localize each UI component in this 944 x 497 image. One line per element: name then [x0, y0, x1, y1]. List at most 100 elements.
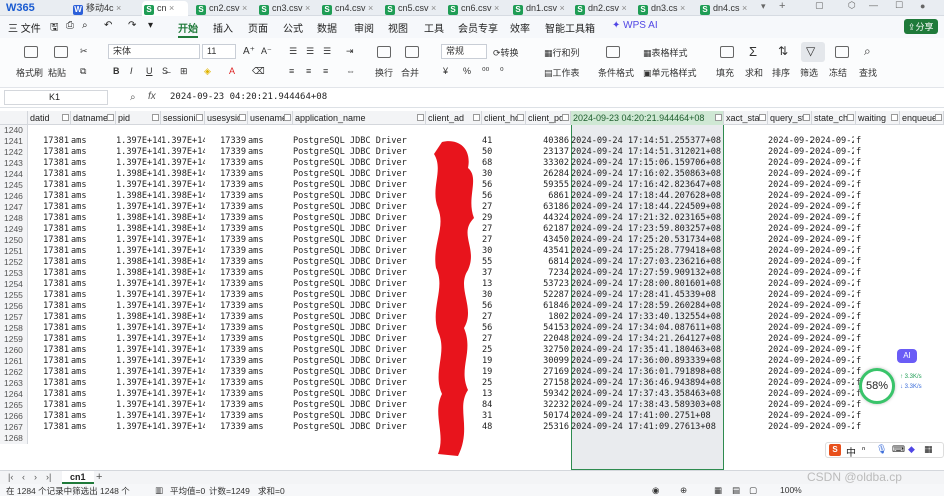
tab-close-icon[interactable]: ×	[240, 3, 247, 13]
cell-pid[interactable]: 1.397E+14	[116, 147, 161, 158]
ime-keyboard-icon[interactable]: ⌨	[892, 444, 905, 455]
cell-app[interactable]: PostgreSQL JDBC Driver	[293, 191, 426, 202]
cell-usesysid[interactable]: 17339	[205, 367, 248, 378]
cell-pid[interactable]: 1.397E+14	[116, 411, 161, 422]
cell-datname[interactable]: ams	[71, 268, 116, 279]
cell-query_st[interactable]: 2024-09-2	[768, 246, 812, 257]
name-box[interactable]: K1	[4, 90, 108, 105]
cell-app[interactable]: PostgreSQL JDBC Driver	[293, 301, 426, 312]
copy-icon[interactable]: ⧉	[80, 66, 86, 77]
align-bottom-icon[interactable]: ☰	[323, 46, 331, 57]
cell-datid[interactable]: 17381	[28, 224, 71, 235]
cell-app[interactable]: PostgreSQL JDBC Driver	[293, 323, 426, 334]
cell-pid[interactable]: 1.397E+14	[116, 301, 161, 312]
cell-waiting[interactable]: f	[856, 202, 900, 213]
row-number[interactable]: 1247	[0, 202, 28, 213]
cell-query_st[interactable]: 2024-09-2	[768, 213, 812, 224]
cell-pid[interactable]: 1.397E+14	[116, 422, 161, 433]
row-number[interactable]: 1267	[0, 422, 28, 433]
sum-icon[interactable]: Σ	[749, 44, 757, 59]
cell-time[interactable]: 2024-09-24 17:41:00.2751+08	[571, 411, 724, 422]
find-icon[interactable]: ⌕	[864, 44, 871, 59]
cell-usesysid[interactable]: 17339	[205, 235, 248, 246]
cell-query_st[interactable]: 2024-09-2	[768, 180, 812, 191]
tab-close-icon[interactable]: ×	[303, 3, 310, 13]
cell-datname[interactable]: ams	[71, 147, 116, 158]
sogou-logo-icon[interactable]: S	[829, 444, 841, 456]
window-restore-icon[interactable]: ▢	[815, 0, 824, 11]
row-number[interactable]: 1261	[0, 356, 28, 367]
cell-pid[interactable]: 1.397E+14	[116, 235, 161, 246]
cell-client_ho[interactable]: 13	[482, 279, 526, 290]
cell-app[interactable]: PostgreSQL JDBC Driver	[293, 169, 426, 180]
cell-client_ho[interactable]: 27	[482, 334, 526, 345]
column-header-13[interactable]: state_ch	[812, 111, 856, 125]
cell-pid[interactable]: 1.397E+14	[116, 180, 161, 191]
cell-datname[interactable]: ams	[71, 301, 116, 312]
row-col-button[interactable]: ▦行和列	[544, 46, 580, 59]
increase-font-icon[interactable]: A⁺	[243, 46, 255, 57]
cell-pid[interactable]: 1.397E+14	[116, 389, 161, 400]
cell-sessionid[interactable]: 1.398E+14	[161, 213, 205, 224]
column-header-2[interactable]: pid	[116, 111, 161, 125]
cell-client_po[interactable]: 59355	[526, 180, 571, 191]
cell-sessionid[interactable]: 1.397E+14	[161, 378, 205, 389]
column-header-10[interactable]: 2024-09-23 04:20:21.944464+08	[571, 111, 724, 125]
cell-query_st[interactable]: 2024-09-2	[768, 312, 812, 323]
cell-datname[interactable]: ams	[71, 378, 116, 389]
underline-button[interactable]: U	[146, 66, 153, 76]
cell-pid[interactable]: 1.397E+14	[116, 400, 161, 411]
cell-client_ho[interactable]: 56	[482, 191, 526, 202]
cell-state_ch[interactable]: 2024-09-2	[810, 235, 854, 246]
cell-time[interactable]: 2024-09-24 17:16:02.350863+08	[571, 169, 724, 180]
cell-usesysid[interactable]: 17339	[205, 356, 248, 367]
column-header-7[interactable]: client_ad	[426, 111, 482, 125]
menu-item-4[interactable]: 数据	[317, 20, 337, 35]
cell-app[interactable]: PostgreSQL JDBC Driver	[293, 246, 426, 257]
quick-preview-icon[interactable]: ⌕	[82, 20, 88, 31]
cell-client_ho[interactable]: 27	[482, 312, 526, 323]
menu-item-1[interactable]: 插入	[213, 20, 233, 35]
cell-client_po[interactable]: 61846	[526, 301, 571, 312]
row-number[interactable]: 1259	[0, 334, 28, 345]
cell-time[interactable]: 2024-09-24 17:36:00.893339+08	[571, 356, 724, 367]
cell-pid[interactable]: 1.397E+14	[116, 334, 161, 345]
sum-button[interactable]: 求和	[745, 66, 763, 79]
cell-usesysid[interactable]: 17339	[205, 213, 248, 224]
cell-waiting[interactable]: f	[856, 279, 900, 290]
formula-input[interactable]: 2024-09-23 04:20:21.944464+08	[170, 92, 327, 102]
cell-state_ch[interactable]: 2024-09-2	[810, 191, 854, 202]
cell-usename[interactable]: ams	[248, 136, 293, 147]
cell-usename[interactable]: ams	[248, 235, 293, 246]
font-name-select[interactable]: 宋体	[108, 44, 200, 59]
cell-pid[interactable]: 1.398E+14	[116, 169, 161, 180]
cell-client_ho[interactable]: 56	[482, 301, 526, 312]
menu-item-2[interactable]: 页面	[248, 20, 268, 35]
cell-sessionid[interactable]: 1.398E+14	[161, 268, 205, 279]
row-number[interactable]: 1253	[0, 268, 28, 279]
column-header-0[interactable]: datid	[28, 111, 71, 125]
cell-sessionid[interactable]: 1.397E+14	[161, 400, 205, 411]
cell-state_ch[interactable]: 2024-09-2	[810, 268, 854, 279]
cell-client_ho[interactable]: 13	[482, 389, 526, 400]
cell-client_ho[interactable]: 30	[482, 169, 526, 180]
align-middle-icon[interactable]: ☰	[306, 46, 314, 57]
cell-waiting[interactable]: f	[856, 136, 900, 147]
row-number[interactable]: 1262	[0, 367, 28, 378]
column-header-4[interactable]: usesysid	[205, 111, 248, 125]
cell-sessionid[interactable]: 1.398E+14	[161, 169, 205, 180]
menu-item-0[interactable]: 开始	[178, 20, 198, 35]
fill-color-icon[interactable]: ◈	[204, 66, 211, 77]
cell-pid[interactable]: 1.398E+14	[116, 213, 161, 224]
cell-sessionid[interactable]: 1.397E+14	[161, 345, 205, 356]
cell-pid[interactable]: 1.397E+14	[116, 136, 161, 147]
cell-waiting[interactable]: f	[856, 158, 900, 169]
cell-waiting[interactable]: f	[856, 411, 900, 422]
cell-pid[interactable]: 1.397E+14	[116, 290, 161, 301]
cell-usesysid[interactable]: 17339	[205, 323, 248, 334]
row-number[interactable]: 1250	[0, 235, 28, 246]
cell-pid[interactable]: 1.398E+14	[116, 268, 161, 279]
row-number[interactable]: 1263	[0, 378, 28, 389]
cell-datname[interactable]: ams	[71, 191, 116, 202]
cell-client_po[interactable]: 1802	[526, 312, 571, 323]
